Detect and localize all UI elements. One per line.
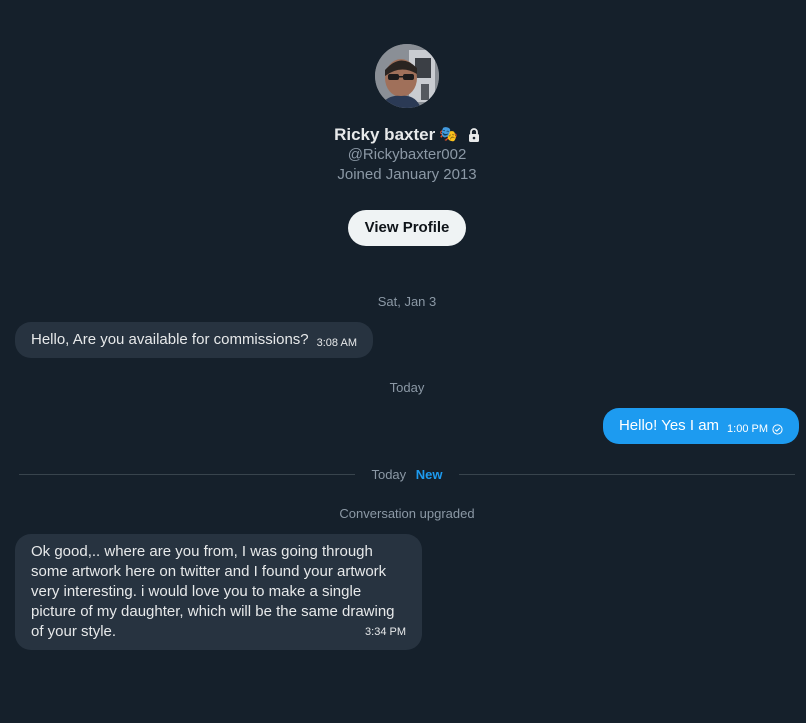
new-messages-divider: Today New [19, 465, 795, 483]
avatar[interactable] [375, 44, 439, 108]
date-separator: Sat, Jan 3 [377, 294, 437, 309]
new-badge: New [415, 466, 443, 482]
profile-handle: @Rickybaxter002 [347, 146, 467, 163]
message-bubble-outgoing[interactable]: Hello! Yes I am 1:00 PM [602, 408, 799, 444]
profile-name-row: Ricky baxter 🎭 [0, 125, 806, 145]
divider-label: Today [371, 466, 407, 482]
divider-line [458, 473, 795, 475]
profile-joined-date: Joined January 2013 [337, 166, 477, 183]
message-bubble-incoming[interactable]: Hello, Are you available for commissions… [15, 322, 373, 358]
dm-conversation: Ricky baxter 🎭 @Rickybaxter002 Joined Ja… [0, 0, 806, 723]
date-separator: Today [389, 380, 425, 395]
divider-line [19, 473, 356, 475]
system-note: Conversation upgraded [339, 506, 475, 521]
message-text: Ok good,.. where are you from, I was goi… [31, 543, 395, 640]
avatar-image [375, 44, 439, 108]
sent-check-icon [772, 423, 783, 435]
divider-label-group: Today New [355, 467, 458, 482]
profile-header: Ricky baxter 🎭 @Rickybaxter002 Joined Ja… [0, 44, 806, 246]
message-text: Hello! Yes I am [618, 417, 720, 434]
lock-icon [468, 128, 480, 142]
performing-arts-icon: 🎭 [439, 126, 458, 143]
profile-name: Ricky baxter [334, 125, 436, 144]
message-time: 1:00 PM [727, 423, 768, 435]
message-time: 3:08 AM [316, 337, 357, 349]
message-bubble-incoming[interactable]: Ok good,.. where are you from, I was goi… [15, 534, 422, 650]
message-text: Hello, Are you available for commissions… [31, 331, 309, 348]
message-time: 3:34 PM [365, 626, 406, 638]
view-profile-button[interactable]: View Profile [347, 210, 467, 246]
